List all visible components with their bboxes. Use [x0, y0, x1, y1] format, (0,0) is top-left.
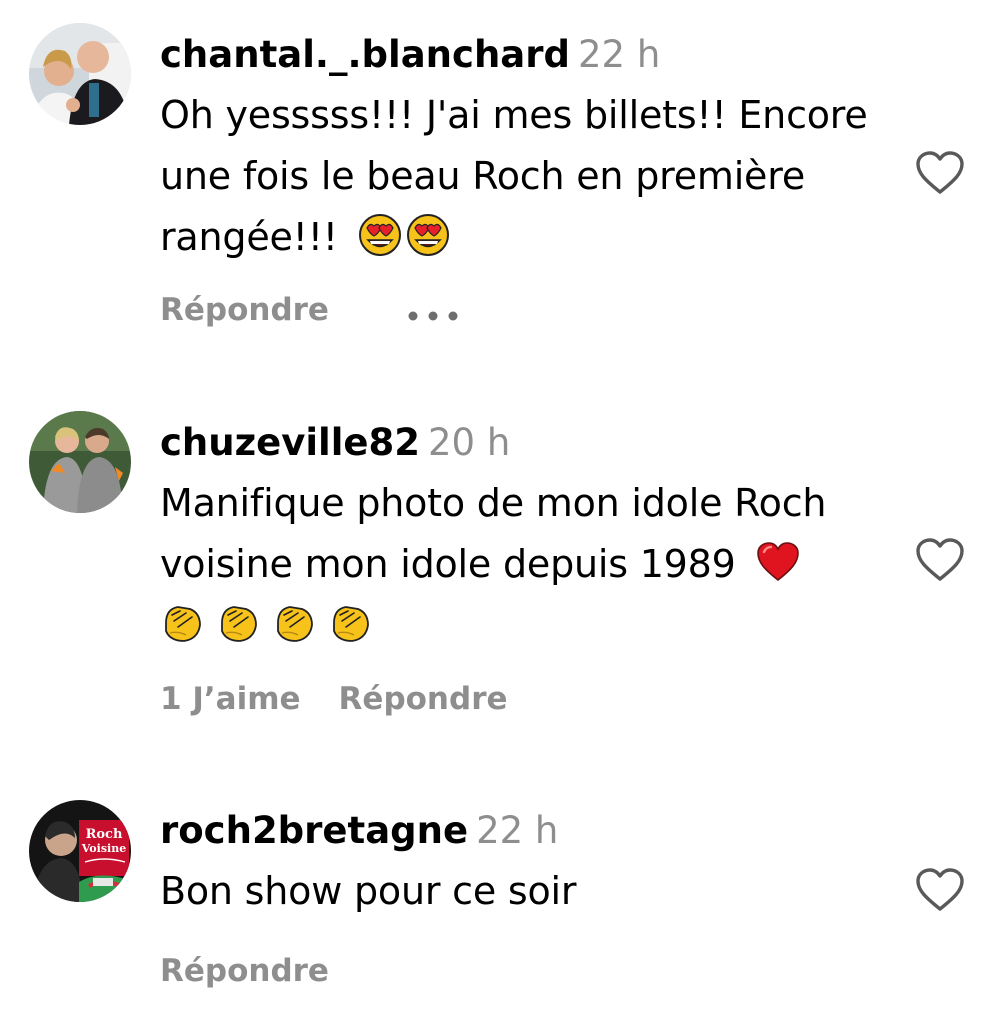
clapping-hands-emoji	[328, 601, 372, 645]
avatar-logo-text: Voisine	[81, 842, 126, 855]
avatar[interactable]	[29, 411, 131, 513]
comment-timestamp[interactable]: 22 h	[476, 809, 558, 852]
comment-actions: Répondre	[160, 951, 367, 991]
heart-outline-icon	[916, 538, 964, 581]
comment-content: roch2bretagne 22 h Bon show pour ce soir	[160, 801, 905, 922]
avatar[interactable]	[29, 23, 131, 125]
comment-text-fragment: rangée!!!	[160, 215, 338, 259]
comment-timestamp[interactable]: 22 h	[578, 33, 660, 76]
comment-text-fragment: voisine mon idole depuis 1989	[160, 542, 736, 586]
clapping-hands-emoji	[160, 601, 204, 645]
like-button[interactable]	[915, 537, 965, 583]
comment-text-line: Manifique photo de mon idole Roch	[160, 481, 827, 525]
comment-text-line: rangée!!!	[160, 207, 905, 268]
heart-eyes-emoji	[358, 213, 402, 257]
comment-header: chuzeville82 20 h	[160, 413, 905, 473]
comment-timestamp[interactable]: 20 h	[428, 421, 510, 464]
more-options-icon	[408, 311, 458, 320]
comment-username[interactable]: chantal._.blanchard	[160, 33, 570, 76]
reply-button[interactable]: Répondre	[160, 953, 329, 989]
more-options-button[interactable]	[407, 292, 461, 332]
comment-text-line	[160, 595, 905, 656]
comment-text-line: voisine mon idole depuis 1989	[160, 534, 905, 595]
clapping-hands-emoji	[216, 601, 260, 645]
comment-text: Bon show pour ce soir	[160, 861, 905, 922]
heart-outline-icon	[916, 151, 964, 194]
heart-outline-icon	[916, 868, 964, 911]
comment-text-line: Oh yesssss!!! J'ai mes billets!! Encore	[160, 93, 868, 137]
reply-button[interactable]: Répondre	[160, 292, 329, 328]
red-heart-emoji	[756, 540, 800, 584]
comment-text: Oh yesssss!!! J'ai mes billets!! Encore …	[160, 85, 905, 268]
avatar-logo-text: Roch	[86, 827, 123, 842]
comment-text-line: Bon show pour ce soir	[160, 869, 577, 913]
like-button[interactable]	[915, 150, 965, 196]
reply-button[interactable]: Répondre	[339, 681, 508, 717]
comment-header: roch2bretagne 22 h	[160, 801, 905, 861]
comment-content: chantal._.blanchard 22 h Oh yesssss!!! J'…	[160, 25, 905, 268]
comment-actions: Répondre	[160, 290, 461, 330]
likes-count-button[interactable]: 1 J’aime	[160, 681, 301, 717]
clapping-hands-emoji	[272, 601, 316, 645]
comment-text-line: une fois le beau Roch en première	[160, 154, 806, 198]
like-button[interactable]	[915, 867, 965, 913]
heart-eyes-emoji	[406, 213, 450, 257]
avatar[interactable]: Roch Voisine	[29, 800, 131, 902]
comment-username[interactable]: roch2bretagne	[160, 809, 468, 852]
comment-text: Manifique photo de mon idole Roch voisin…	[160, 473, 905, 656]
comment-header: chantal._.blanchard 22 h	[160, 25, 905, 85]
comment-content: chuzeville82 20 h Manifique photo de mon …	[160, 413, 905, 656]
comment-actions: 1 J’aime Répondre	[160, 679, 546, 719]
comment-username[interactable]: chuzeville82	[160, 421, 420, 464]
